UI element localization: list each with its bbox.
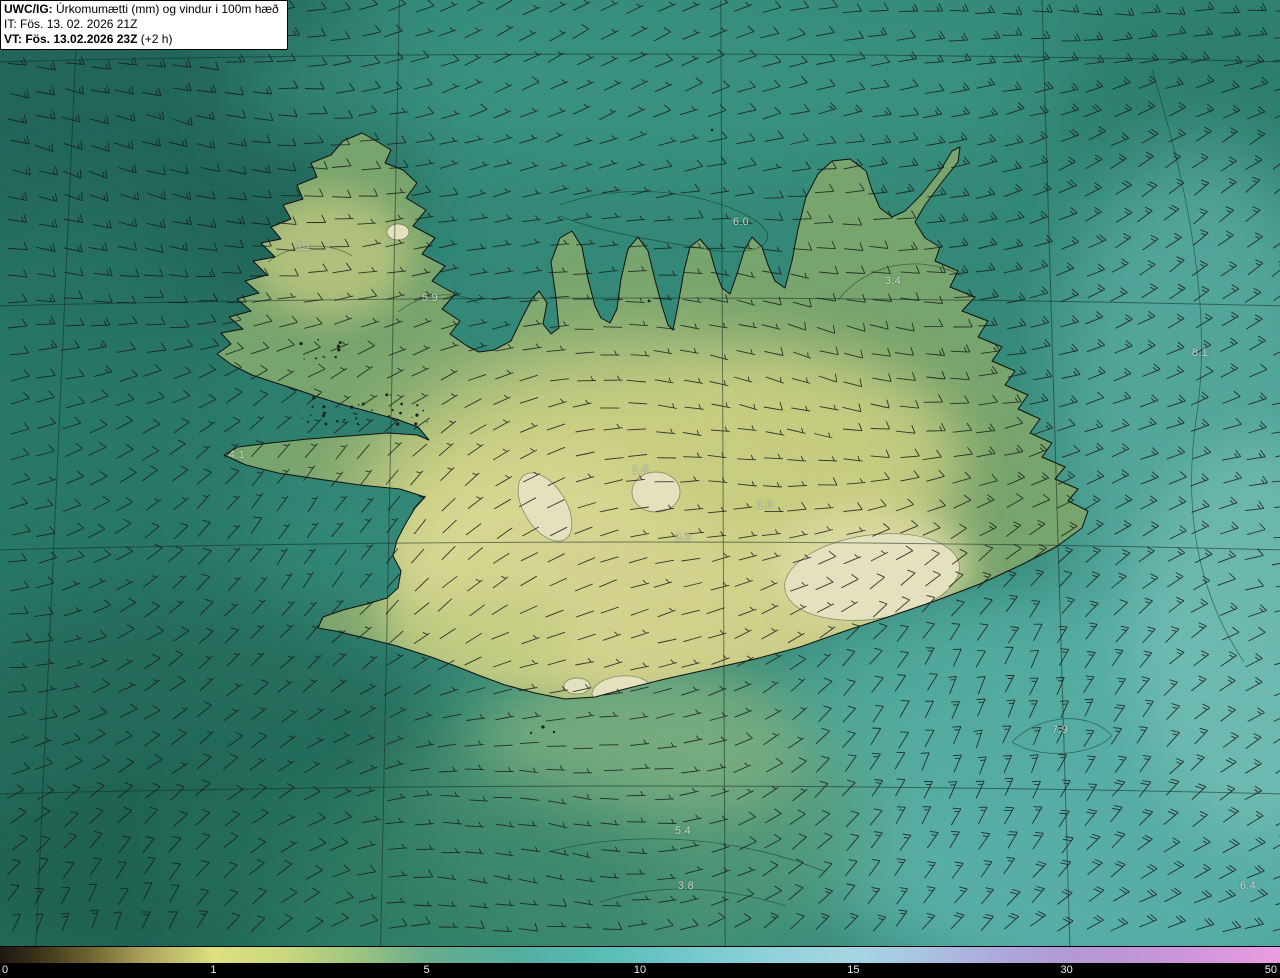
forecast-info-box: UWC/IG: Úrkomumætti (mm) og vindur i 100… [0, 0, 288, 50]
valid-time: Fös. 13.02.2026 23Z [25, 32, 138, 46]
colorbar-tick-label: 10 [633, 964, 647, 976]
valid-time-line: VT: Fös. 13.02.2026 23Z (+2 h) [4, 32, 279, 47]
colorbar-tick-label: 1 [210, 964, 217, 976]
init-time: Fös. 13. 02. 2026 21Z [20, 17, 138, 31]
colorbar-tick-row: 0 1 5 10 15 30 50 [0, 963, 1280, 978]
colorbar-tick-label: 5 [423, 964, 430, 976]
colorbar-gradient [0, 946, 1280, 963]
colorbar-tick-label: 30 [1060, 964, 1073, 976]
init-time-line: IT: Fös. 13. 02. 2026 21Z [4, 17, 279, 32]
map-title-line: UWC/IG: Úrkomumætti (mm) og vindur i 100… [4, 2, 279, 17]
weather-map-stage: 3.1 5.9 6.0 3.4 8.1 4.1 1.4 1.0 3.0 7.9 5.4 3.8 6.4 … [0, 0, 1280, 978]
map-canvas [0, 0, 1280, 946]
valid-label: VT: [4, 32, 22, 46]
colorbar-tick-label: 50 [1264, 964, 1277, 976]
map-title: Úrkomumætti (mm) og vindur i 100m hæð [56, 2, 279, 16]
valid-offset: (+2 h) [140, 32, 173, 46]
colorbar-tick-label: 0 [2, 964, 9, 976]
colorbar-tick-label: 15 [847, 964, 860, 976]
colorbar: 0 1 5 10 15 30 50 [0, 946, 1280, 978]
model-label: UWC/IG: [4, 2, 53, 16]
init-label: IT: [4, 17, 17, 31]
